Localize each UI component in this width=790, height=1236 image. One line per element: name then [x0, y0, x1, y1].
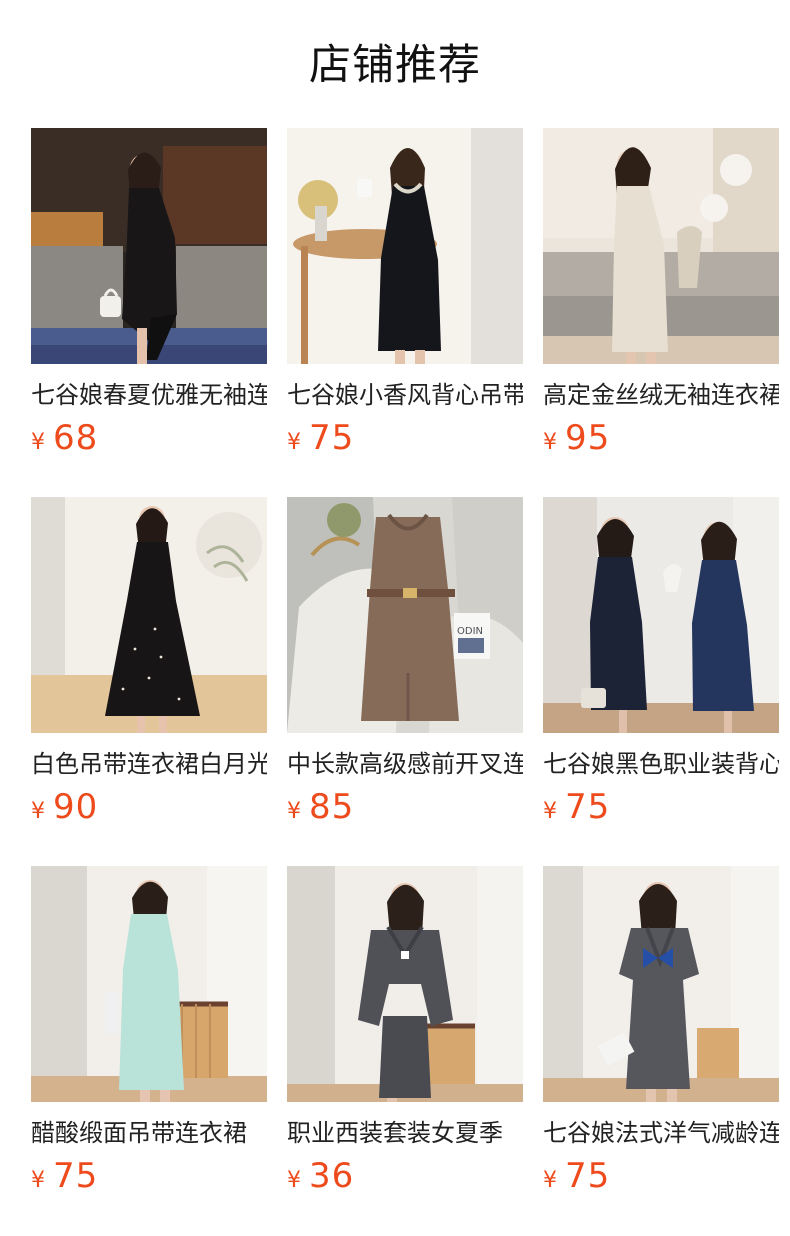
product-name[interactable]: 七谷娘法式洋气减龄连衣裙: [543, 1118, 779, 1148]
product-card[interactable]: 职业西装套装女夏季 ¥36: [287, 866, 523, 1209]
product-price: ¥85: [287, 785, 354, 829]
product-image[interactable]: [543, 866, 779, 1102]
price-value: 36: [309, 1156, 355, 1196]
product-card[interactable]: 醋酸缎面吊带连衣裙 ¥75: [31, 866, 267, 1209]
store-recommendations-page: 店铺推荐 七谷娘春夏优雅无袖连 ¥ 68 七谷娘小香风背心吊带 ¥ 75 高定金…: [0, 0, 790, 1236]
currency-symbol: ¥: [31, 799, 45, 824]
product-card[interactable]: ODIN 中长款高级感前开叉连衣裙 ¥85: [287, 497, 523, 840]
product-grid: 七谷娘春夏优雅无袖连衣裙 ¥68: [31, 128, 781, 1228]
price-value: 75: [565, 787, 611, 827]
currency-symbol: ¥: [31, 430, 45, 455]
currency-symbol: ¥: [543, 799, 557, 824]
product-price: ¥75: [543, 785, 610, 829]
product-image[interactable]: [31, 497, 267, 733]
product-image[interactable]: [31, 128, 267, 364]
currency-symbol: ¥: [287, 799, 301, 824]
price-value: 95: [565, 418, 611, 458]
product-name[interactable]: 白色吊带连衣裙白月光: [31, 749, 267, 779]
product-name[interactable]: 中长款高级感前开叉连衣裙: [287, 749, 523, 779]
product-name[interactable]: 七谷娘春夏优雅无袖连衣裙: [31, 380, 267, 410]
product-image[interactable]: ODIN: [287, 497, 523, 733]
price-value: 75: [53, 1156, 99, 1196]
price-value: 85: [309, 787, 355, 827]
svg-text:ODIN: ODIN: [457, 626, 483, 637]
product-image[interactable]: [287, 866, 523, 1102]
page-title: 店铺推荐: [308, 40, 481, 89]
product-image[interactable]: [31, 866, 267, 1102]
product-name[interactable]: 职业西装套装女夏季: [287, 1118, 523, 1148]
product-name[interactable]: 七谷娘黑色职业装背心裙: [543, 749, 779, 779]
product-card[interactable]: 七谷娘春夏优雅无袖连衣裙 ¥68: [31, 128, 267, 471]
product-name[interactable]: 七谷娘小香风背心吊带连衣裙: [287, 380, 523, 410]
price-value: 90: [53, 787, 99, 827]
price-value: 75: [309, 418, 355, 458]
product-card[interactable]: 七谷娘小香风背心吊带连衣裙 ¥75: [287, 128, 523, 471]
product-price: ¥75: [543, 1154, 610, 1198]
product-price: ¥75: [31, 1154, 98, 1198]
product-card[interactable]: 七谷娘黑色职业装背心裙 ¥75: [543, 497, 779, 840]
currency-symbol: ¥: [287, 430, 301, 455]
product-price: ¥68: [31, 416, 98, 460]
product-name[interactable]: 高定金丝绒无袖连衣裙: [543, 380, 779, 410]
product-card[interactable]: 高定金丝绒无袖连衣裙 ¥95: [543, 128, 779, 471]
product-image[interactable]: [287, 128, 523, 364]
product-image[interactable]: [543, 497, 779, 733]
currency-symbol: ¥: [287, 1168, 301, 1193]
product-price: ¥36: [287, 1154, 354, 1198]
currency-symbol: ¥: [543, 1168, 557, 1193]
product-price: ¥95: [543, 416, 610, 460]
product-card[interactable]: 七谷娘法式洋气减龄连衣裙 ¥75: [543, 866, 779, 1209]
product-card[interactable]: 白色吊带连衣裙白月光 ¥90: [31, 497, 267, 840]
price-value: 68: [53, 418, 99, 458]
product-image[interactable]: [543, 128, 779, 364]
product-price: ¥90: [31, 785, 98, 829]
product-name[interactable]: 醋酸缎面吊带连衣裙: [31, 1118, 267, 1148]
currency-symbol: ¥: [31, 1168, 45, 1193]
product-price: ¥75: [287, 416, 354, 460]
price-value: 75: [565, 1156, 611, 1196]
currency-symbol: ¥: [543, 430, 557, 455]
